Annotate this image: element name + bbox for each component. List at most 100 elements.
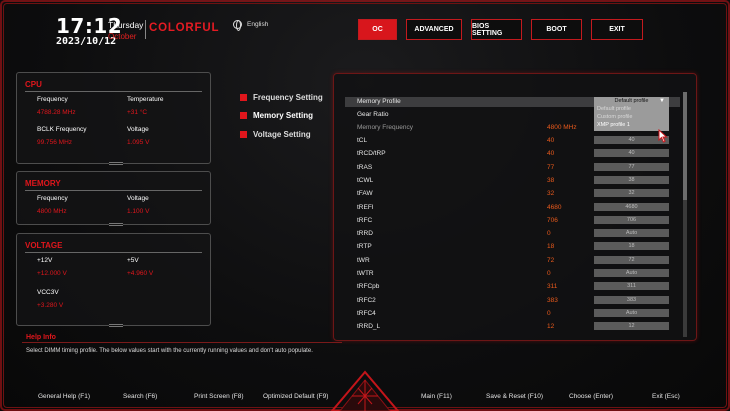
setting-input[interactable]: 706 (594, 215, 669, 224)
globe-icon (233, 20, 242, 31)
setting-input[interactable]: Auto (594, 308, 669, 317)
setting-row-tcl[interactable]: tCL 40 40 (345, 136, 680, 146)
setting-row-twr[interactable]: tWR 72 72 (345, 255, 680, 266)
setting-label: tRTP (357, 243, 372, 251)
memory-voltage-label: Voltage (127, 195, 149, 202)
hotkey-search[interactable]: Search (F6) (123, 393, 157, 400)
hotkey-save-reset[interactable]: Save & Reset (F10) (486, 393, 543, 400)
help-title: Help Info (26, 334, 56, 341)
cpu-panel-title: CPU (25, 80, 42, 89)
tab-exit[interactable]: EXIT (591, 19, 643, 40)
divider (22, 342, 342, 343)
setting-row-trfc[interactable]: tRFC 706 706 (345, 215, 680, 226)
setting-input[interactable]: 311 (594, 282, 669, 291)
setting-row-trfc4[interactable]: tRFC4 0 Auto (345, 308, 680, 319)
setting-row-trtp[interactable]: tRTP 18 18 (345, 242, 680, 252)
setting-row-trfcpb[interactable]: tRFCpb 311 311 (345, 282, 680, 292)
panel-handle (109, 324, 123, 327)
hotkey-optimized-default[interactable]: Optimized Default (F9) (263, 393, 328, 400)
setting-label: tRRD (357, 230, 373, 238)
tab-oc[interactable]: OC (358, 19, 397, 40)
divider (25, 91, 202, 92)
cpu-temperature: Temperature +31 °C (127, 96, 164, 116)
setting-label: tRFC4 (357, 309, 376, 317)
setting-value: 40 (547, 137, 555, 144)
cpu-frequency-label: Frequency (37, 96, 68, 103)
cpu-panel: CPU Frequency 4788.28 MHz Temperature +3… (16, 72, 211, 165)
setting-row-memory-frequency: Memory Frequency 4800 MHz (345, 123, 680, 133)
cpu-voltage: Voltage 1.095 V (127, 126, 149, 146)
setting-label: tCL (357, 137, 368, 144)
setting-input[interactable]: 72 (594, 255, 669, 264)
setting-value: 38 (547, 176, 555, 184)
setting-row-gear-ratio[interactable]: Gear Ratio (345, 110, 680, 120)
menu-frequency-setting[interactable]: Frequency Setting (240, 88, 323, 106)
cpu-temperature-label: Temperature (127, 96, 164, 103)
menu-voltage-setting[interactable]: Voltage Setting (240, 125, 323, 143)
tab-advanced[interactable]: ADVANCED (406, 19, 462, 40)
hotkey-print-screen[interactable]: Print Screen (F8) (194, 393, 244, 400)
side-menu: Frequency Setting Memory Setting Voltage… (240, 88, 323, 144)
setting-row-tras[interactable]: tRAS 77 77 (345, 162, 680, 173)
setting-label: Gear Ratio (357, 111, 389, 118)
setting-input[interactable]: 32 (594, 189, 669, 198)
setting-value: 311 (547, 283, 558, 291)
language-label: English (247, 21, 269, 28)
setting-row-trrd[interactable]: tRRD 0 Auto (345, 229, 680, 239)
setting-value: 0 (547, 309, 551, 317)
dropdown-caret-icon[interactable]: ▼ (659, 98, 726, 104)
language-selector[interactable]: English (233, 20, 269, 31)
setting-row-tfaw[interactable]: tFAW 32 32 (345, 189, 680, 199)
memory-panel-title: MEMORY (25, 179, 61, 188)
setting-input[interactable]: 40 (594, 149, 669, 158)
memory-frequency-label: Frequency (37, 195, 68, 202)
setting-input[interactable]: Auto (594, 269, 669, 277)
setting-row-trfc2[interactable]: tRFC2 383 383 (345, 295, 680, 306)
setting-value: 383 (547, 296, 558, 304)
setting-input[interactable]: 77 (594, 162, 669, 171)
setting-value: 706 (547, 216, 558, 224)
cpu-voltage-value: 1.095 V (127, 139, 150, 146)
setting-label: tRCD/tRP (357, 150, 386, 158)
setting-value: 0 (547, 230, 551, 238)
memory-profile-select[interactable]: Default profile (594, 97, 669, 105)
setting-row-trrd-l[interactable]: tRRD_L 12 12 (345, 322, 680, 332)
setting-row-twtr[interactable]: tWTR 0 Auto (345, 269, 680, 279)
tab-boot[interactable]: BOOT (531, 19, 582, 40)
setting-value: 4680 (547, 203, 562, 211)
setting-input[interactable]: 38 (594, 175, 669, 184)
memory-panel: MEMORY Frequency 4800 MHz Voltage 1.100 … (16, 171, 211, 226)
clock: 17:12 2023/10/12 Thursday October (56, 14, 148, 47)
setting-row-tcwl[interactable]: tCWL 38 38 (345, 175, 680, 186)
voltage-12v: +12V +12.000 V (37, 257, 67, 277)
voltage-vcc3v-value: +3.280 V (37, 302, 64, 309)
setting-row-trcd-trp[interactable]: tRCD/tRP 40 40 (345, 149, 680, 159)
hotkey-main[interactable]: Main (F11) (421, 393, 452, 400)
setting-label: tRFC (357, 216, 373, 224)
setting-input[interactable]: 12 (594, 322, 669, 331)
brand-logo: COLORFUL (149, 22, 220, 34)
setting-row-trefi[interactable]: tREFI 4680 4680 (345, 202, 680, 213)
bullet-icon (240, 93, 247, 101)
tab-bios-setting[interactable]: BIOS SETTING (471, 19, 522, 40)
menu-item-label: Memory Setting (253, 111, 314, 120)
hotkey-general-help[interactable]: General Help (F1) (38, 393, 90, 400)
setting-value: 12 (547, 323, 555, 331)
setting-input[interactable]: 383 (594, 295, 669, 304)
setting-value: 0 (547, 270, 551, 277)
voltage-panel: VOLTAGE +12V +12.000 V +5V +4.960 V VCC3… (16, 233, 211, 327)
hotkey-choose[interactable]: Choose (Enter) (569, 393, 613, 400)
setting-value: 4800 MHz (547, 124, 577, 131)
setting-value: 32 (547, 190, 555, 198)
setting-label: tFAW (357, 190, 373, 198)
hotkey-exit[interactable]: Exit (Esc) (652, 393, 680, 400)
cpu-bclk-value: 99.756 MHz (37, 139, 73, 146)
setting-input[interactable]: 18 (594, 242, 669, 251)
menu-memory-setting[interactable]: Memory Setting (240, 107, 323, 125)
setting-label: tWR (357, 256, 370, 264)
scrollbar-thumb[interactable] (683, 92, 687, 200)
setting-input[interactable]: 4680 (594, 202, 669, 211)
setting-input[interactable]: Auto (594, 229, 669, 238)
setting-label: Memory Profile (357, 98, 401, 105)
footer-hotkeys: General Help (F1) Search (F6) Print Scre… (0, 389, 730, 405)
